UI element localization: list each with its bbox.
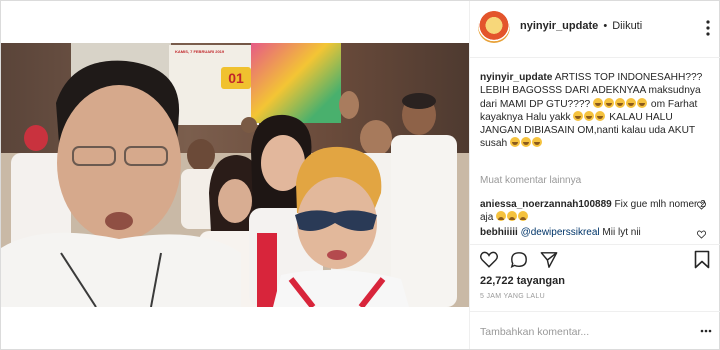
load-more-comments-button[interactable]: Muat komentar lainnya — [480, 175, 581, 186]
emoji-grin-icon — [593, 97, 648, 110]
avatar[interactable] — [478, 11, 510, 43]
comment-item: aniessa_noerzannah100889 Fix gue mlh nom… — [480, 198, 712, 224]
post-timestamp[interactable]: 5 JAM YANG LALU — [480, 293, 545, 300]
view-count[interactable]: 22,722 tayangan — [480, 275, 565, 287]
comment-mention-link[interactable]: @dewiperssikreal — [521, 227, 600, 238]
post-author: nyinyir_update • Diikuti — [520, 20, 642, 32]
comment-username[interactable]: bebhiiiii — [480, 227, 518, 238]
follow-status-button[interactable]: Diikuti — [612, 20, 642, 32]
caption-username[interactable]: nyinyir_update — [480, 72, 552, 83]
post-sidebar: nyinyir_update • Diikuti nyinyir_update … — [469, 1, 720, 349]
like-comment-heart-icon[interactable] — [697, 201, 706, 210]
emoji-laugh-icon — [510, 137, 543, 149]
add-comment-input[interactable]: Tambahkan komentar... — [480, 326, 589, 338]
header-separator: • — [603, 20, 608, 32]
post-media[interactable]: KAMIS, 7 FEBRUARI 2019 01 — [1, 1, 469, 349]
video-player[interactable]: KAMIS, 7 FEBRUARI 2019 01 — [1, 43, 469, 307]
emoji-laugh-icon — [573, 110, 606, 123]
share-icon[interactable] — [540, 251, 558, 269]
more-options-icon[interactable] — [702, 19, 714, 37]
comment-text: Mii lyt nii — [602, 227, 641, 238]
comment-username[interactable]: aniessa_noerzannah100889 — [480, 199, 612, 210]
post-actions-bar — [470, 244, 720, 275]
post-caption: nyinyir_update ARTISS TOP INDONESAHH???L… — [480, 71, 712, 151]
comment-bubble-icon[interactable] — [510, 251, 528, 269]
comment-item: bebhiiiii @dewiperssikreal Mii lyt nii — [480, 226, 712, 240]
video-crowd-scene — [1, 60, 469, 307]
comment-more-options-icon[interactable] — [700, 325, 712, 337]
like-comment-heart-icon[interactable] — [697, 230, 706, 239]
post-header: nyinyir_update • Diikuti — [470, 1, 720, 58]
instagram-post: KAMIS, 7 FEBRUARI 2019 01 nyinyir_update… — [0, 0, 720, 350]
add-comment-bar[interactable]: Tambahkan komentar... — [470, 311, 720, 350]
like-heart-icon[interactable] — [480, 251, 498, 268]
save-bookmark-icon[interactable] — [694, 250, 710, 269]
username-link[interactable]: nyinyir_update — [520, 20, 598, 32]
emoji-sad-icon — [496, 211, 529, 223]
